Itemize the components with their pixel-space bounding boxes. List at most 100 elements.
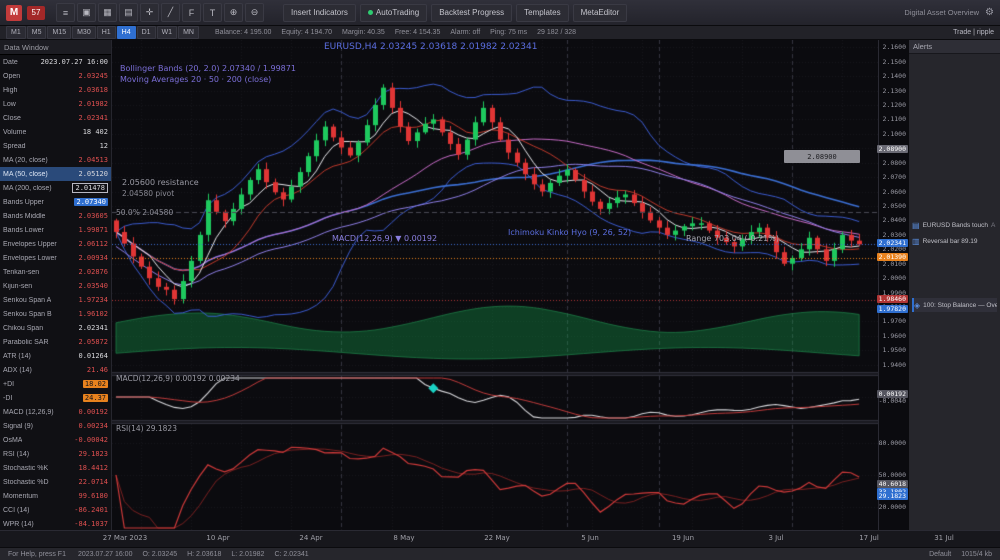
time-label: 10 Apr — [206, 534, 229, 542]
data-window-row[interactable]: Parabolic SAR2.05872 — [0, 335, 111, 349]
row-label: RSI (14) — [3, 451, 29, 458]
profiles-icon[interactable]: ▤ — [119, 3, 138, 22]
data-window-row[interactable]: Bands Lower1.99871 — [0, 223, 111, 237]
macd-axis-label: -0.0040 — [879, 397, 906, 405]
time-label: 31 Jul — [934, 534, 954, 542]
toolbar-button-label: MetaEditor — [581, 8, 620, 17]
chart-window-icon[interactable]: ▦ — [98, 3, 117, 22]
data-window-row[interactable]: Momentum99.6180 — [0, 489, 111, 503]
data-window-row[interactable]: Senkou Span A1.97234 — [0, 293, 111, 307]
data-window-row[interactable]: OsMA-0.00042 — [0, 433, 111, 447]
data-window-row[interactable]: Envelopes Lower2.00934 — [0, 251, 111, 265]
row-value: 2.02876 — [78, 268, 108, 276]
metaeditor-button[interactable]: MetaEditor — [573, 4, 628, 22]
backtest-progress-button[interactable]: Backtest Progress — [431, 4, 512, 22]
data-window-row[interactable]: WPR (14)-84.1037 — [0, 517, 111, 530]
price-axis-label: 2.0800 — [883, 159, 906, 167]
autotrading-status-dot — [368, 10, 373, 15]
data-window-row[interactable]: Spread12 — [0, 139, 111, 153]
data-window-rows: Date2023.07.27 16:00Open2.03245High2.036… — [0, 55, 111, 530]
data-window-row[interactable]: Chikou Span2.02341 — [0, 321, 111, 335]
data-window-row[interactable]: MA (50, close)2.05120 — [0, 167, 111, 181]
status-item-group: Balance: 4 195.00Equity: 4 194.70Margin:… — [215, 29, 576, 36]
timeframe-d1[interactable]: D1 — [137, 26, 156, 39]
data-window-row[interactable]: Low2.01982 — [0, 97, 111, 111]
timeframe-m30[interactable]: M30 — [72, 26, 96, 39]
data-window-row[interactable]: Stochastic %D22.0714 — [0, 475, 111, 489]
help-hint: For Help, press F1 — [8, 551, 66, 558]
autotrading-button[interactable]: AutoTrading — [360, 4, 427, 22]
new-order-icon[interactable]: ▣ — [77, 3, 96, 22]
notification-badge[interactable]: 57 — [27, 6, 45, 20]
alert-item[interactable]: ▤EURUSD Bands touchA ▾ — [912, 218, 997, 232]
trendline-icon[interactable]: ╱ — [161, 3, 180, 22]
data-window-row[interactable]: Bands Upper2.07340 — [0, 195, 111, 209]
timeframe-mn[interactable]: MN — [178, 26, 199, 39]
profile-button[interactable]: Default — [929, 551, 951, 558]
data-window-row[interactable]: CCI (14)-86.2401 — [0, 503, 111, 517]
data-window-row[interactable]: +DI18.02 — [0, 377, 111, 391]
data-window-row[interactable]: Envelopes Upper2.06112 — [0, 237, 111, 251]
data-window-row[interactable]: ATR (14)0.01264 — [0, 349, 111, 363]
templates-button[interactable]: Templates — [516, 4, 568, 22]
data-window-row[interactable]: Close2.02341 — [0, 111, 111, 125]
data-window-row[interactable]: Stochastic %K18.4412 — [0, 461, 111, 475]
status-item-4: Alarm: off — [450, 29, 480, 36]
data-window-row[interactable]: Volume18 402 — [0, 125, 111, 139]
status-bar-values: 2023.07.27 16:00O: 2.03245H: 2.03618L: 2… — [78, 551, 309, 558]
data-window-row[interactable]: Open2.03245 — [0, 69, 111, 83]
chart-canvas[interactable] — [112, 40, 878, 530]
row-value: -84.1037 — [74, 520, 108, 528]
row-value: 2.05872 — [78, 338, 108, 346]
status-bar: For Help, press F1 2023.07.27 16:00O: 2.… — [0, 547, 1000, 560]
app-logo: M — [6, 5, 22, 21]
rsi-axis-label: 80.0000 — [879, 439, 906, 447]
time-label: 8 May — [393, 534, 414, 542]
toolbar-main: M 57 ≡▣▦▤✛╱FT⊕⊖ Insert IndicatorsAutoTra… — [0, 0, 1000, 26]
data-window-row[interactable]: Date2023.07.27 16:00 — [0, 55, 111, 69]
alert-item[interactable]: ◈100: Stop Balance — Overview — [912, 298, 997, 312]
row-label: Spread — [3, 143, 26, 150]
timeframe-m5[interactable]: M5 — [27, 26, 47, 39]
data-window-row[interactable]: MACD (12,26,9)0.00192 — [0, 405, 111, 419]
timeframe-h4[interactable]: H4 — [117, 26, 136, 39]
text-label-icon[interactable]: T — [203, 3, 222, 22]
data-window-row[interactable]: ADX (14)21.46 — [0, 363, 111, 377]
row-label: Envelopes Lower — [3, 255, 57, 262]
status-item-6: 29 182 / 328 — [537, 29, 576, 36]
data-window-row[interactable]: -DI24.37 — [0, 391, 111, 405]
insert-indicators-button[interactable]: Insert Indicators — [283, 4, 356, 22]
data-window-row[interactable]: MA (200, close)2.01478 — [0, 181, 111, 195]
terminal-panel: Alerts ▤EURUSD Bands touchA ▾▥Reversal b… — [908, 40, 1000, 530]
row-label: MACD (12,26,9) — [3, 409, 54, 416]
row-label: -DI — [3, 395, 12, 402]
data-window-row[interactable]: Signal (9)0.00234 — [0, 419, 111, 433]
data-window-row[interactable]: High2.03618 — [0, 83, 111, 97]
row-label: Chikou Span — [3, 325, 43, 332]
timeframe-m1[interactable]: M1 — [6, 26, 26, 39]
timeframe-w1[interactable]: W1 — [157, 26, 178, 39]
menu-icon[interactable]: ≡ — [56, 3, 75, 22]
data-window-row[interactable]: Bands Middle2.03605 — [0, 209, 111, 223]
data-window-row[interactable]: Kijun-sen2.03540 — [0, 279, 111, 293]
alert-item[interactable]: ▥Reversal bar 89.19 — [912, 234, 997, 248]
fibonacci-icon[interactable]: F — [182, 3, 201, 22]
rsi-axis-label: 20.0000 — [879, 503, 906, 511]
data-window-row[interactable]: RSI (14)29.1823 — [0, 447, 111, 461]
row-value: 0.01264 — [78, 352, 108, 360]
alert-suffix[interactable]: A ▾ — [991, 221, 997, 229]
crosshair-icon[interactable]: ✛ — [140, 3, 159, 22]
trade-panel-label[interactable]: Trade | ripple — [953, 29, 994, 36]
row-value: 21.46 — [87, 366, 108, 374]
row-label: High — [3, 87, 17, 94]
price-axis-label: 2.0500 — [883, 202, 906, 210]
timeframe-h1[interactable]: H1 — [97, 26, 116, 39]
settings-gear-icon[interactable]: ⚙ — [985, 7, 994, 18]
data-window-row[interactable]: MA (20, close)2.04513 — [0, 153, 111, 167]
timeframe-m15[interactable]: M15 — [47, 26, 71, 39]
data-window-row[interactable]: Tenkan-sen2.02876 — [0, 265, 111, 279]
zoom-out-icon[interactable]: ⊖ — [245, 3, 264, 22]
zoom-in-icon[interactable]: ⊕ — [224, 3, 243, 22]
data-window-row[interactable]: Senkou Span B1.96102 — [0, 307, 111, 321]
price-tag: 2.02341 — [877, 239, 908, 247]
